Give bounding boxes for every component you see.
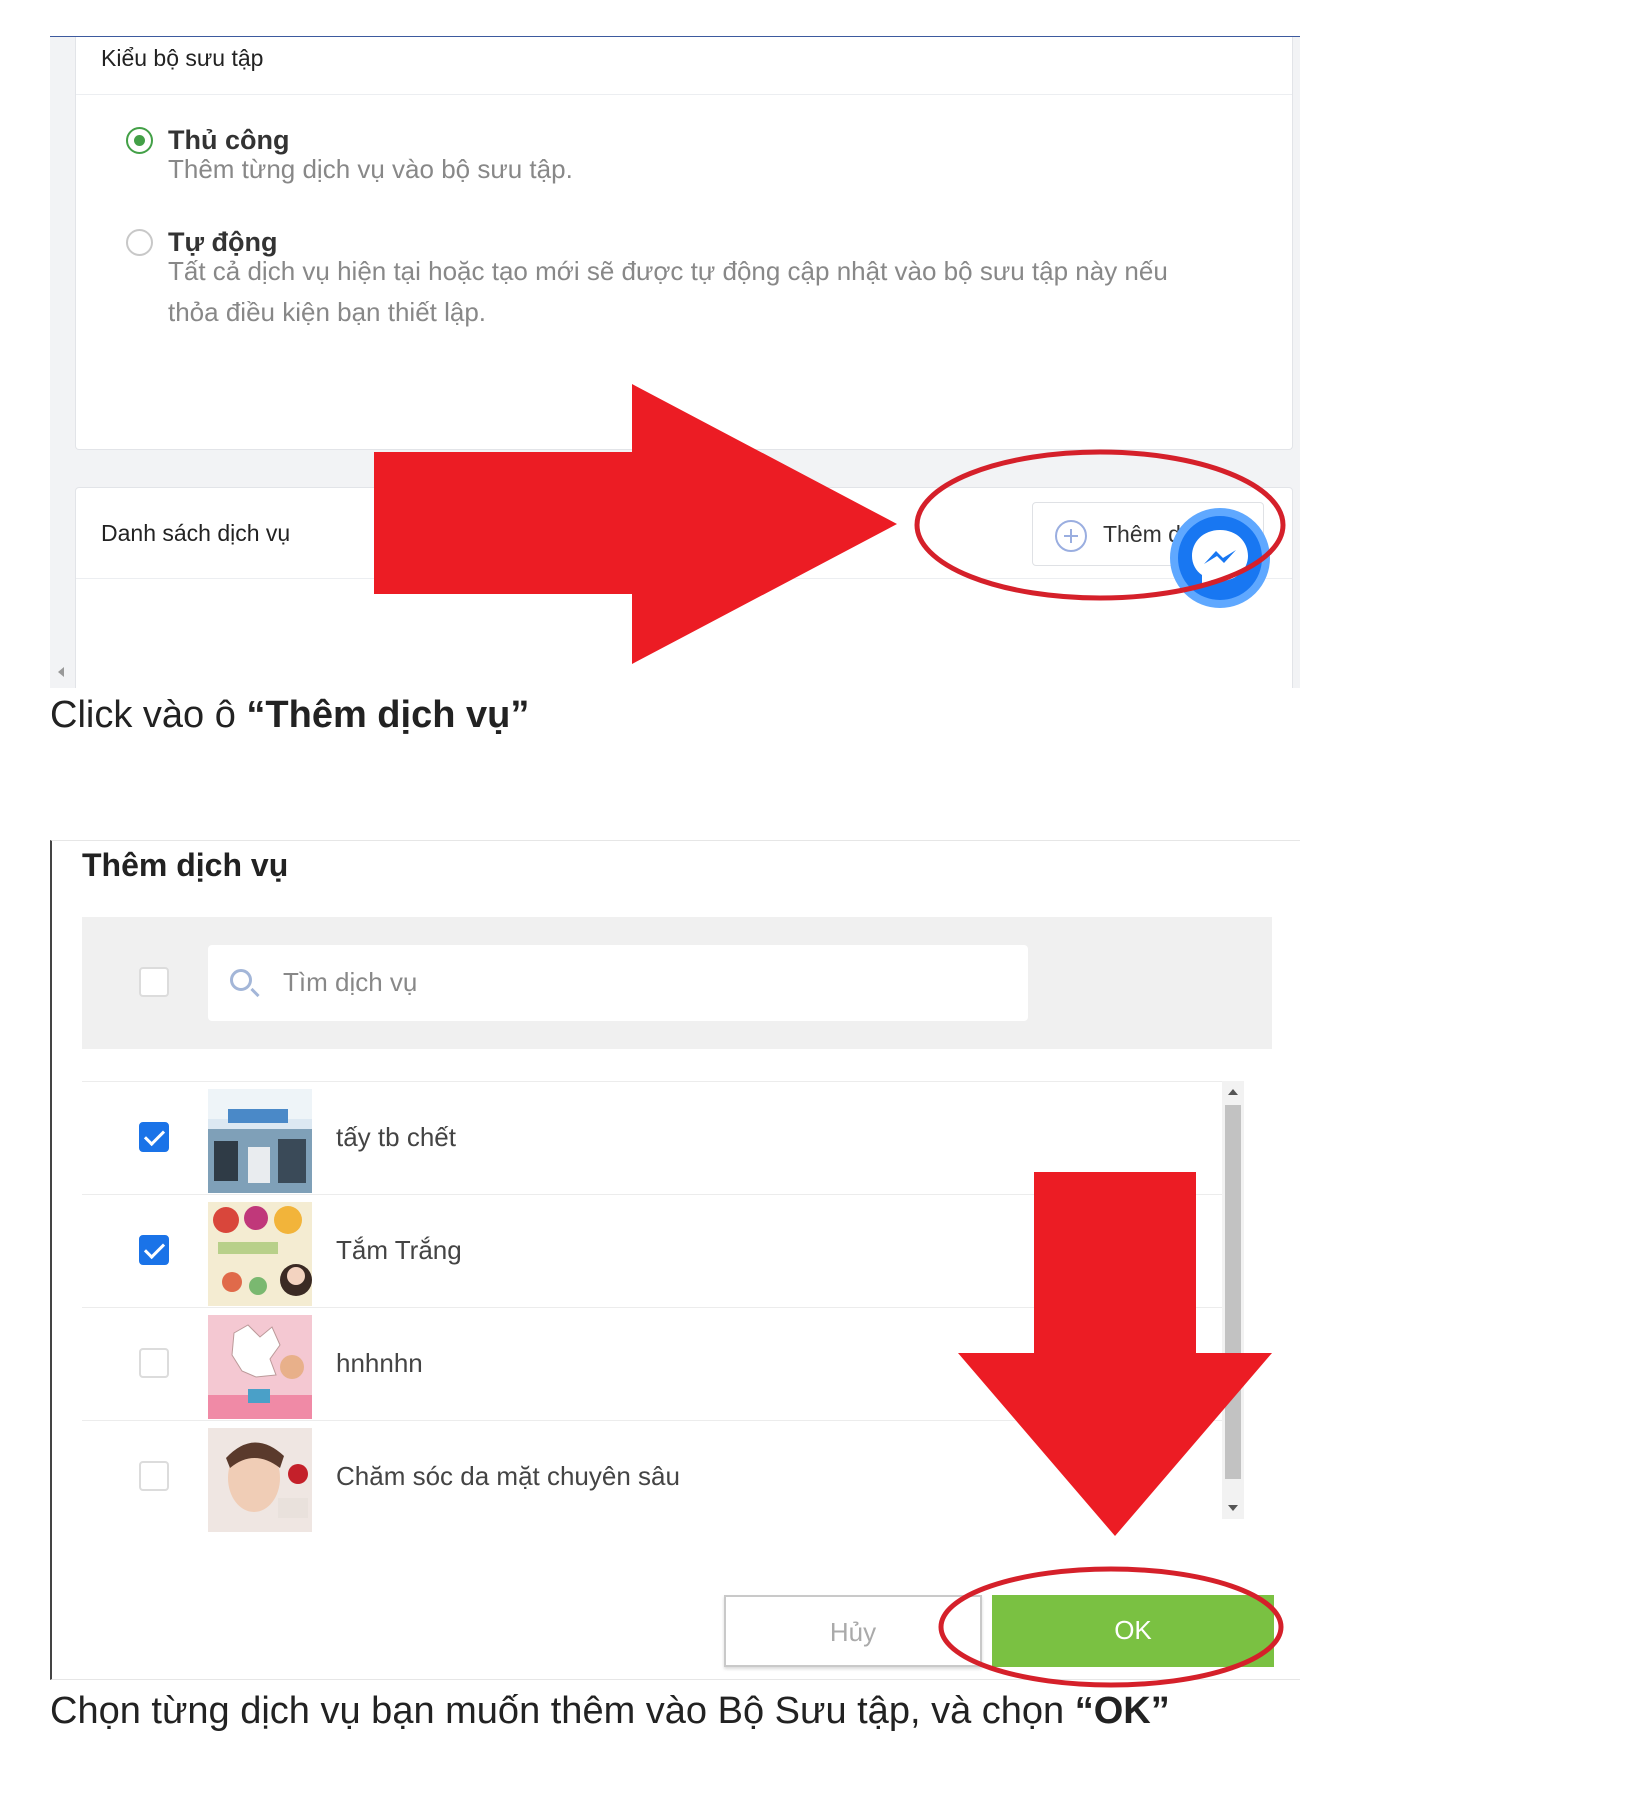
step1-caption: Click vào ô “Thêm dịch vụ”	[50, 694, 529, 737]
service-name: hnhnhn	[336, 1348, 423, 1378]
step1-caption-emphasis: “Thêm dịch vụ”	[246, 694, 530, 736]
service-row[interactable]: tấy tb chết	[82, 1081, 1222, 1194]
ok-button[interactable]: OK	[992, 1595, 1274, 1667]
service-checkbox[interactable]	[139, 1122, 169, 1152]
service-name: Tắm Trắng	[336, 1235, 462, 1265]
service-checkbox[interactable]	[139, 1348, 169, 1378]
service-thumbnail	[208, 1315, 312, 1419]
service-list-card: Danh sách dịch vụ Thêm dịch vụ	[75, 487, 1293, 688]
collection-type-header: Kiểu bộ sưu tập	[76, 37, 1292, 95]
scrollbar-thumb[interactable]	[1225, 1105, 1241, 1479]
service-checkbox[interactable]	[139, 1235, 169, 1265]
service-thumbnail	[208, 1202, 312, 1306]
search-placeholder: Tìm dịch vụ	[283, 967, 418, 997]
service-thumbnail	[208, 1089, 312, 1193]
select-all-checkbox[interactable]	[139, 967, 169, 997]
service-row[interactable]: hnhnhn	[82, 1307, 1222, 1420]
service-checkbox[interactable]	[139, 1461, 169, 1491]
step2-caption-emphasis: “OK”	[1074, 1690, 1170, 1732]
step1-caption-text: Click vào ô	[50, 694, 247, 736]
scroll-down-icon[interactable]	[1228, 1505, 1238, 1511]
search-input[interactable]: Tìm dịch vụ	[208, 945, 1028, 1021]
messenger-icon[interactable]	[1170, 508, 1270, 608]
step2-caption: Chọn từng dịch vụ bạn muốn thêm vào Bộ S…	[50, 1690, 1170, 1733]
screenshot-add-service-dialog: Thêm dịch vụ Tìm dịch vụ tấy tb chết Tắm…	[50, 840, 1300, 1680]
dialog-title: Thêm dịch vụ	[82, 847, 289, 883]
plus-circle-icon	[1055, 520, 1087, 552]
radio-manual[interactable]	[126, 127, 153, 154]
collection-type-card: Kiểu bộ sưu tập Thủ công Thêm từng dịch …	[75, 37, 1293, 450]
service-name: tấy tb chết	[336, 1122, 456, 1152]
step2-caption-text: Chọn từng dịch vụ bạn muốn thêm vào Bộ S…	[50, 1690, 1075, 1732]
service-thumbnail	[208, 1428, 312, 1532]
ok-label: OK	[1114, 1615, 1152, 1645]
cancel-button[interactable]: Hủy	[724, 1595, 982, 1667]
cancel-label: Hủy	[829, 1617, 877, 1647]
scroll-up-icon[interactable]	[1228, 1089, 1238, 1095]
service-row[interactable]: Tắm Trắng	[82, 1194, 1222, 1307]
service-list: tấy tb chết Tắm Trắng hnhnhn Chăm sóc da…	[82, 1081, 1244, 1532]
screenshot-collection-settings: Kiểu bộ sưu tập Thủ công Thêm từng dịch …	[50, 36, 1300, 688]
service-row[interactable]: Chăm sóc da mặt chuyên sâu	[82, 1420, 1222, 1533]
search-icon	[230, 969, 252, 991]
vertical-scrollbar[interactable]	[1222, 1081, 1244, 1519]
radio-auto-description: Tất cả dịch vụ hiện tại hoặc tạo mới sẽ …	[168, 256, 1168, 327]
search-bar: Tìm dịch vụ	[82, 917, 1272, 1049]
radio-auto[interactable]	[126, 229, 153, 256]
service-name: Chăm sóc da mặt chuyên sâu	[336, 1461, 680, 1491]
radio-manual-description: Thêm từng dịch vụ vào bộ sưu tập.	[168, 154, 573, 184]
scroll-left-arrow-icon[interactable]	[58, 667, 64, 677]
